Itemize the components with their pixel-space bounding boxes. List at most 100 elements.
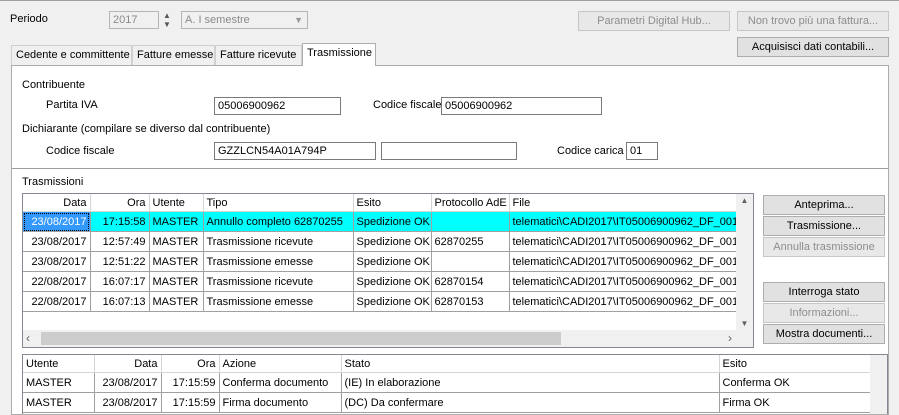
scroll-thumb[interactable] (41, 332, 561, 345)
codice-fiscale-field[interactable]: 05006900962 (441, 97, 602, 115)
dichiarante-codice-fiscale-field[interactable]: GZZLCN54A01A794P (214, 142, 376, 160)
scroll-right-icon[interactable]: › (728, 331, 732, 345)
log-vscrollbar[interactable] (870, 355, 887, 414)
tab-cedente-committente[interactable]: Cedente e committente (11, 45, 132, 65)
cell-ora[interactable]: 17:15:59 (161, 392, 220, 413)
table-row[interactable]: MASTER 23/08/2017 17:15:59 Conferma docu… (23, 372, 872, 393)
cell-file[interactable]: telematici\CADI2017\IT05006900962_DF_001… (509, 211, 753, 232)
cell-utente[interactable]: MASTER (149, 231, 204, 252)
tab-fatture-ricevute[interactable]: Fatture ricevute (215, 45, 302, 65)
scroll-down-icon[interactable]: ▼ (736, 319, 753, 328)
cell-data[interactable]: 22/08/2017 (23, 291, 91, 312)
col-tipo-header[interactable]: Tipo (203, 194, 354, 212)
parametri-digital-hub-button[interactable]: Parametri Digital Hub... (578, 11, 730, 31)
cell-tipo[interactable]: Annullo completo 62870255 (203, 211, 354, 232)
cell-esito[interactable]: Spedizione OK (353, 231, 432, 252)
cell-ora[interactable]: 17:15:58 (90, 211, 150, 232)
interroga-stato-button[interactable]: Interroga stato (763, 282, 885, 302)
log-grid[interactable]: Utente Data Ora Azione Stato Esito MASTE… (22, 354, 888, 414)
cell-utente[interactable]: MASTER (23, 372, 95, 393)
trasmissione-button[interactable]: Trasmissione... (763, 216, 885, 236)
year-spinner[interactable]: ▲ ▼ (161, 11, 173, 29)
cell-tipo[interactable]: Trasmissione ricevute (203, 231, 354, 252)
cell-esito[interactable]: Spedizione OK (353, 271, 432, 292)
cell-data[interactable]: 22/08/2017 (23, 271, 91, 292)
col-protocollo-header[interactable]: Protocollo AdE (431, 194, 510, 212)
log-col-azione-header[interactable]: Azione (219, 355, 342, 373)
cell-azione[interactable]: Firma documento (219, 392, 342, 413)
table-row[interactable]: 23/08/2017 17:15:58 MASTER Annullo compl… (23, 211, 753, 232)
informazioni-button[interactable]: Informazioni... (763, 303, 885, 323)
codice-carica-field[interactable]: 01 (626, 142, 658, 160)
col-data-header[interactable]: Data (23, 194, 91, 212)
cell-file[interactable]: telematici\CADI2017\IT05006900962_DF_001… (509, 231, 753, 252)
spin-up-icon[interactable]: ▲ (161, 11, 173, 20)
log-col-ora-header[interactable]: Ora (161, 355, 220, 373)
table-row[interactable]: MASTER 23/08/2017 17:15:59 Firma documen… (23, 392, 872, 413)
table-row[interactable]: 22/08/2017 16:07:13 MASTER Trasmissione … (23, 291, 753, 312)
col-file-header[interactable]: File (509, 194, 753, 212)
cell-stato[interactable]: (DC) Da confermare (341, 392, 720, 413)
table-row[interactable]: 23/08/2017 12:51:22 MASTER Trasmissione … (23, 251, 753, 272)
col-ora-header[interactable]: Ora (90, 194, 150, 212)
non-trovo-fattura-button[interactable]: Non trovo più una fattura... (737, 11, 889, 31)
acquisisci-dati-button[interactable]: Acquisisci dati contabili... (737, 37, 889, 57)
log-col-utente-header[interactable]: Utente (23, 355, 95, 373)
cell-data[interactable]: 23/08/2017 (23, 251, 91, 272)
cell-utente[interactable]: MASTER (149, 271, 204, 292)
cell-tipo[interactable]: Trasmissione emesse (203, 291, 354, 312)
cell-azione[interactable]: Conferma documento (219, 372, 342, 393)
semester-select[interactable]: A. I semestre ▼ (181, 11, 308, 29)
col-utente-header[interactable]: Utente (149, 194, 204, 212)
cell-tipo[interactable]: Trasmissione ricevute (203, 271, 354, 292)
cell-data[interactable]: 23/08/2017 (94, 392, 162, 413)
cell-utente[interactable]: MASTER (149, 251, 204, 272)
log-col-stato-header[interactable]: Stato (341, 355, 720, 373)
cell-esito[interactable]: Spedizione OK (353, 291, 432, 312)
trasmissioni-hscrollbar[interactable]: ‹ › (23, 330, 736, 347)
cell-ora[interactable]: 12:51:22 (90, 251, 150, 272)
trasmissioni-grid[interactable]: Data Ora Utente Tipo Esito Protocollo Ad… (22, 193, 754, 348)
cell-utente[interactable]: MASTER (23, 392, 95, 413)
cell-ora[interactable]: 16:07:13 (90, 291, 150, 312)
cell-protocollo[interactable]: 62870255 (431, 231, 510, 252)
cell-ora[interactable]: 17:15:59 (161, 372, 220, 393)
spin-down-icon[interactable]: ▼ (161, 20, 173, 29)
table-row[interactable]: 23/08/2017 12:57:49 MASTER Trasmissione … (23, 231, 753, 252)
cell-esito[interactable]: Spedizione OK (353, 251, 432, 272)
table-row[interactable]: 22/08/2017 16:07:17 MASTER Trasmissione … (23, 271, 753, 292)
trasmissioni-vscrollbar[interactable]: ▲ ▼ (736, 194, 753, 330)
annulla-trasmissione-button[interactable]: Annulla trasmissione (763, 237, 885, 257)
cell-protocollo[interactable] (431, 251, 510, 272)
log-col-data-header[interactable]: Data (94, 355, 162, 373)
mostra-documenti-button[interactable]: Mostra documenti... (763, 324, 885, 344)
cell-esito[interactable]: Conferma OK (719, 372, 872, 393)
cell-utente[interactable]: MASTER (149, 211, 204, 232)
cell-utente[interactable]: MASTER (149, 291, 204, 312)
cell-data[interactable]: 23/08/2017 (23, 211, 91, 232)
cell-tipo[interactable]: Trasmissione emesse (203, 251, 354, 272)
log-col-esito-header[interactable]: Esito (719, 355, 872, 373)
cell-protocollo[interactable]: 62870154 (431, 271, 510, 292)
cell-data[interactable]: 23/08/2017 (23, 231, 91, 252)
cell-data[interactable]: 23/08/2017 (94, 372, 162, 393)
tab-trasmissione[interactable]: Trasmissione (302, 43, 376, 66)
dichiarante-extra-field[interactable] (381, 142, 517, 160)
cell-esito[interactable]: Spedizione OK (353, 211, 432, 232)
year-field[interactable]: 2017 (109, 11, 159, 29)
cell-stato[interactable]: (IE) In elaborazione (341, 372, 720, 393)
cell-file[interactable]: telematici\CADI2017\IT05006900962_DF_001… (509, 291, 753, 312)
cell-protocollo[interactable] (431, 211, 510, 232)
cell-file[interactable]: telematici\CADI2017\IT05006900962_DF_001… (509, 271, 753, 292)
cell-ora[interactable]: 16:07:17 (90, 271, 150, 292)
cell-protocollo[interactable]: 62870153 (431, 291, 510, 312)
col-esito-header[interactable]: Esito (353, 194, 432, 212)
scroll-left-icon[interactable]: ‹ (26, 331, 30, 345)
anteprima-button[interactable]: Anteprima... (763, 195, 885, 215)
tab-fatture-emesse[interactable]: Fatture emesse (132, 45, 215, 65)
cell-ora[interactable]: 12:57:49 (90, 231, 150, 252)
partita-iva-field[interactable]: 05006900962 (214, 97, 341, 115)
cell-file[interactable]: telematici\CADI2017\IT05006900962_DF_001… (509, 251, 753, 272)
cell-esito[interactable]: Firma OK (719, 392, 872, 413)
scroll-up-icon[interactable]: ▲ (736, 196, 753, 205)
